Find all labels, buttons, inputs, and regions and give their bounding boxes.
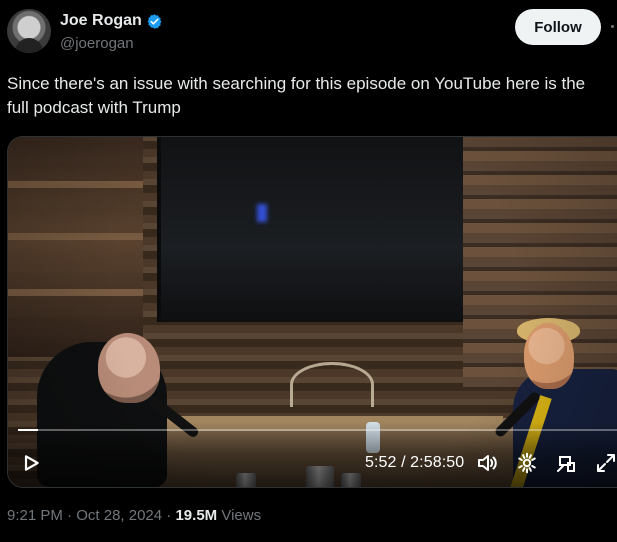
views-label: Views xyxy=(221,507,262,524)
more-options-icon[interactable] xyxy=(611,25,614,28)
footer-separator: · xyxy=(62,507,77,524)
settings-icon[interactable] xyxy=(515,451,539,475)
play-icon[interactable] xyxy=(21,453,41,473)
volume-icon[interactable] xyxy=(475,451,499,475)
avatar-shirt xyxy=(15,38,43,53)
video-progress-track[interactable] xyxy=(18,429,617,431)
author-name-row: Joe Rogan xyxy=(60,12,163,30)
author-display-name[interactable]: Joe Rogan xyxy=(60,12,142,30)
tweet-text: Since there's an issue with searching fo… xyxy=(7,74,586,117)
follow-button[interactable]: Follow xyxy=(515,9,601,45)
tweet-time[interactable]: 9:21 PM xyxy=(7,507,63,524)
footer-separator: · xyxy=(162,507,176,524)
tweet-card: Joe Rogan @joerogan Follow Since there's… xyxy=(0,0,617,542)
author-handle[interactable]: @joerogan xyxy=(60,35,134,52)
tweet-footer: 9:21 PM · Oct 28, 2024 · 19.5M Views xyxy=(7,507,261,524)
video-player[interactable]: 5:52 / 2:58:50 xyxy=(7,136,617,488)
tweet-header: Joe Rogan @joerogan Follow xyxy=(7,9,614,59)
tweet-date[interactable]: Oct 28, 2024 xyxy=(76,507,162,524)
picture-in-picture-icon[interactable] xyxy=(555,451,579,475)
verified-badge-icon xyxy=(147,13,162,29)
views-count: 19.5M xyxy=(175,507,218,524)
video-controls: 5:52 / 2:58:50 xyxy=(8,422,617,487)
video-progress-fill xyxy=(18,429,38,431)
profile-avatar[interactable] xyxy=(7,9,51,53)
video-time: 5:52 / 2:58:50 xyxy=(365,454,465,471)
fullscreen-icon[interactable] xyxy=(594,451,617,475)
